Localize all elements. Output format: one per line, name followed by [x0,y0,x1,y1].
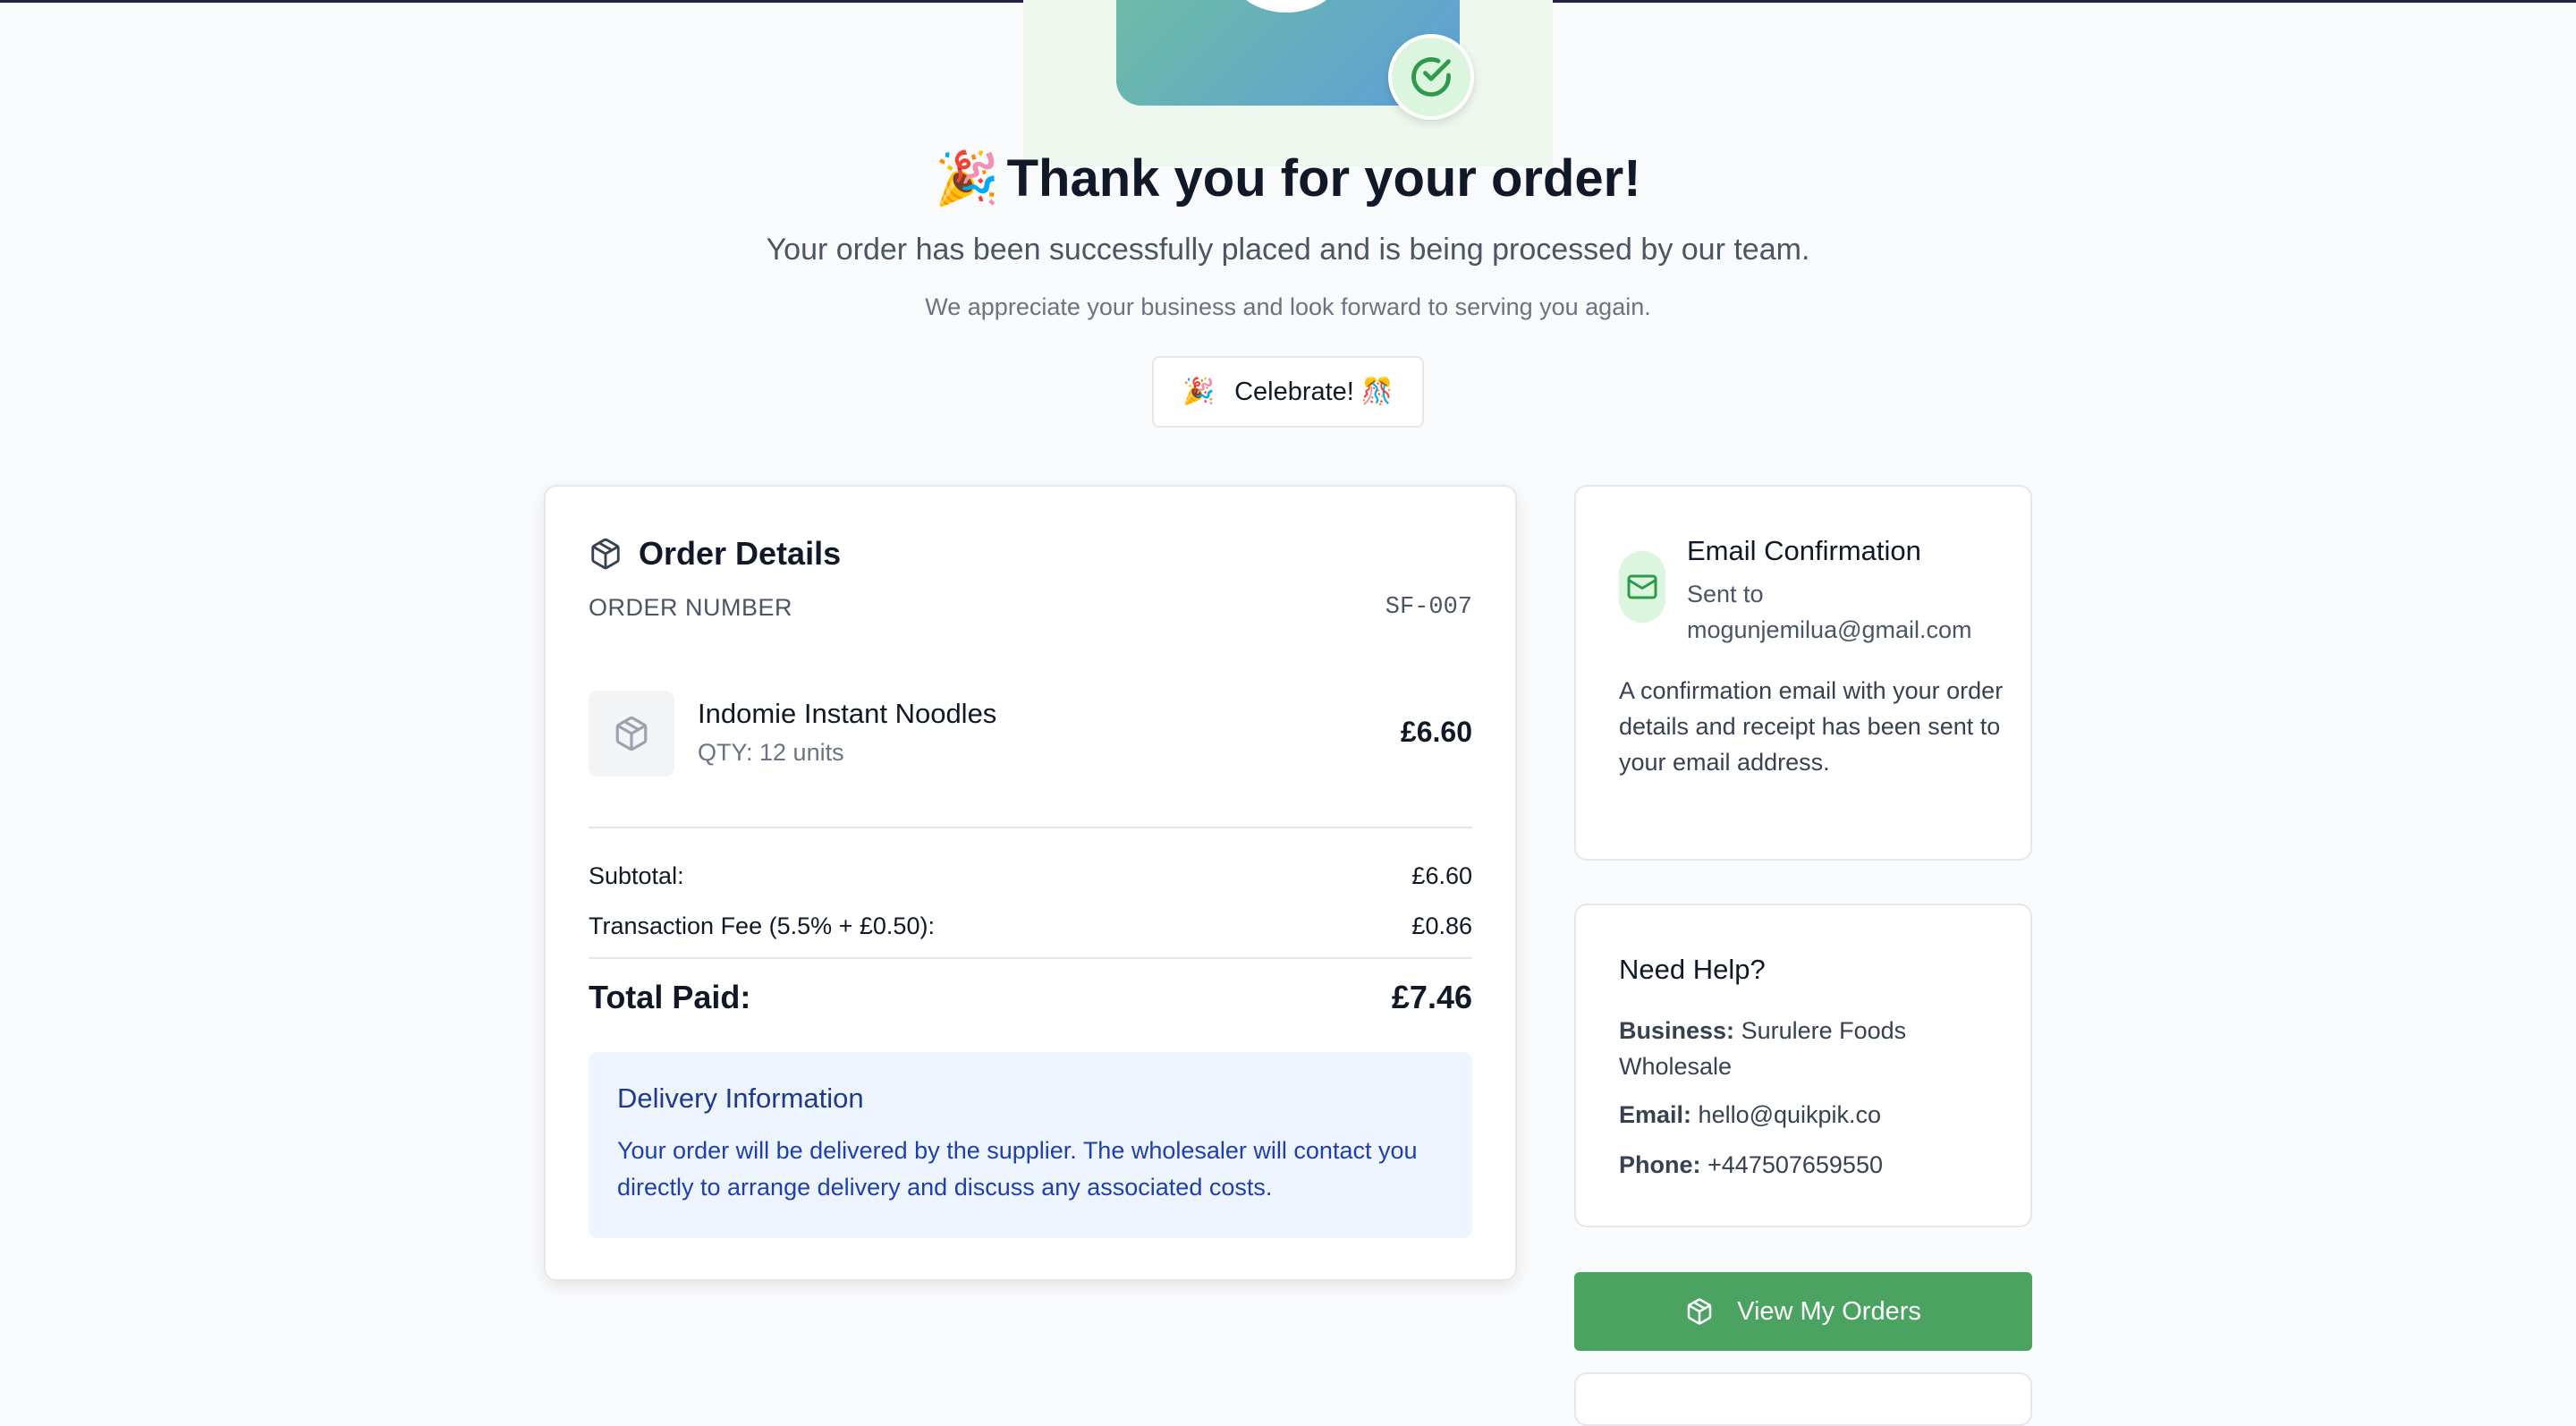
hero-illustration-shape [1233,0,1340,13]
help-phone-value[interactable]: +447507659550 [1707,1151,1883,1178]
help-phone-label: Phone: [1619,1151,1701,1178]
view-my-orders-button[interactable]: View My Orders [1574,1272,2032,1351]
help-email-label: Email: [1619,1101,1692,1128]
page-title-text: Thank you for your order! [1006,149,1641,208]
need-help-title: Need Help? [1619,954,1766,985]
package-icon [1687,1298,1712,1325]
subtotal-value: £6.60 [1411,862,1472,889]
item-quantity: QTY: 12 units [698,739,844,766]
total-paid-label: Total Paid: [589,979,751,1015]
divider [589,827,1472,828]
delivery-info-text: Your order will be delivered by the supp… [617,1137,1418,1201]
package-icon [615,716,648,751]
celebrate-button[interactable]: 🎉 Celebrate! 🎊 [1152,356,1424,428]
order-details-title: Order Details [639,535,842,572]
check-circle-icon [1388,34,1474,120]
subtotal-label: Subtotal: [589,862,684,889]
help-phone: Phone: +447507659550 [1619,1147,1995,1183]
transaction-fee-value: £0.86 [1411,912,1472,939]
total-paid-value: £7.46 [1391,979,1472,1015]
help-email-value[interactable]: hello@quikpik.co [1699,1101,1882,1128]
mail-icon [1619,551,1665,623]
sent-to-label: Sent to [1687,581,1764,607]
confetti-icon: 🎉 [1182,378,1216,406]
order-number-label: ORDER NUMBER [589,594,793,621]
transaction-fee-label: Transaction Fee (5.5% + £0.50): [589,912,935,939]
order-details-card: Order Details ORDER NUMBER SF-007 Indomi… [544,485,1517,1281]
divider [589,957,1472,959]
appreciation-message: We appreciate your business and look for… [925,293,1651,320]
need-help-card: Need Help? Business: Surulere Foods Whol… [1574,904,2032,1227]
success-message: Your order has been successfully placed … [766,233,1810,267]
item-thumbnail [589,691,674,777]
business-label: Business: [1619,1017,1735,1044]
email-confirmation-card: Email Confirmation Sent to mogunjemilua@… [1574,485,2032,861]
email-address: mogunjemilua@gmail.com [1687,616,1972,643]
help-email: Email: hello@quikpik.co [1619,1097,1995,1133]
email-sent-to: Sent to mogunjemilua@gmail.com [1687,576,1972,648]
page-title: 🎉 Thank you for your order! [0,149,2576,209]
email-confirmation-title: Email Confirmation [1687,535,1921,566]
additional-card [1574,1372,2032,1426]
package-icon [589,537,623,575]
party-popper-icon: 🎉 [935,149,1000,208]
item-price: £6.60 [1400,716,1472,748]
item-name: Indomie Instant Noodles [698,698,997,729]
delivery-info-box: Delivery Information Your order will be … [589,1052,1472,1238]
delivery-info-title: Delivery Information [617,1082,864,1114]
help-business: Business: Surulere Foods Wholesale [1619,1013,1995,1084]
order-number-value: SF-007 [1385,594,1472,621]
celebrate-label: Celebrate! 🎊 [1234,378,1394,406]
email-confirmation-text: A confirmation email with your order det… [1619,677,2004,776]
view-my-orders-label: View My Orders [1737,1296,1921,1326]
